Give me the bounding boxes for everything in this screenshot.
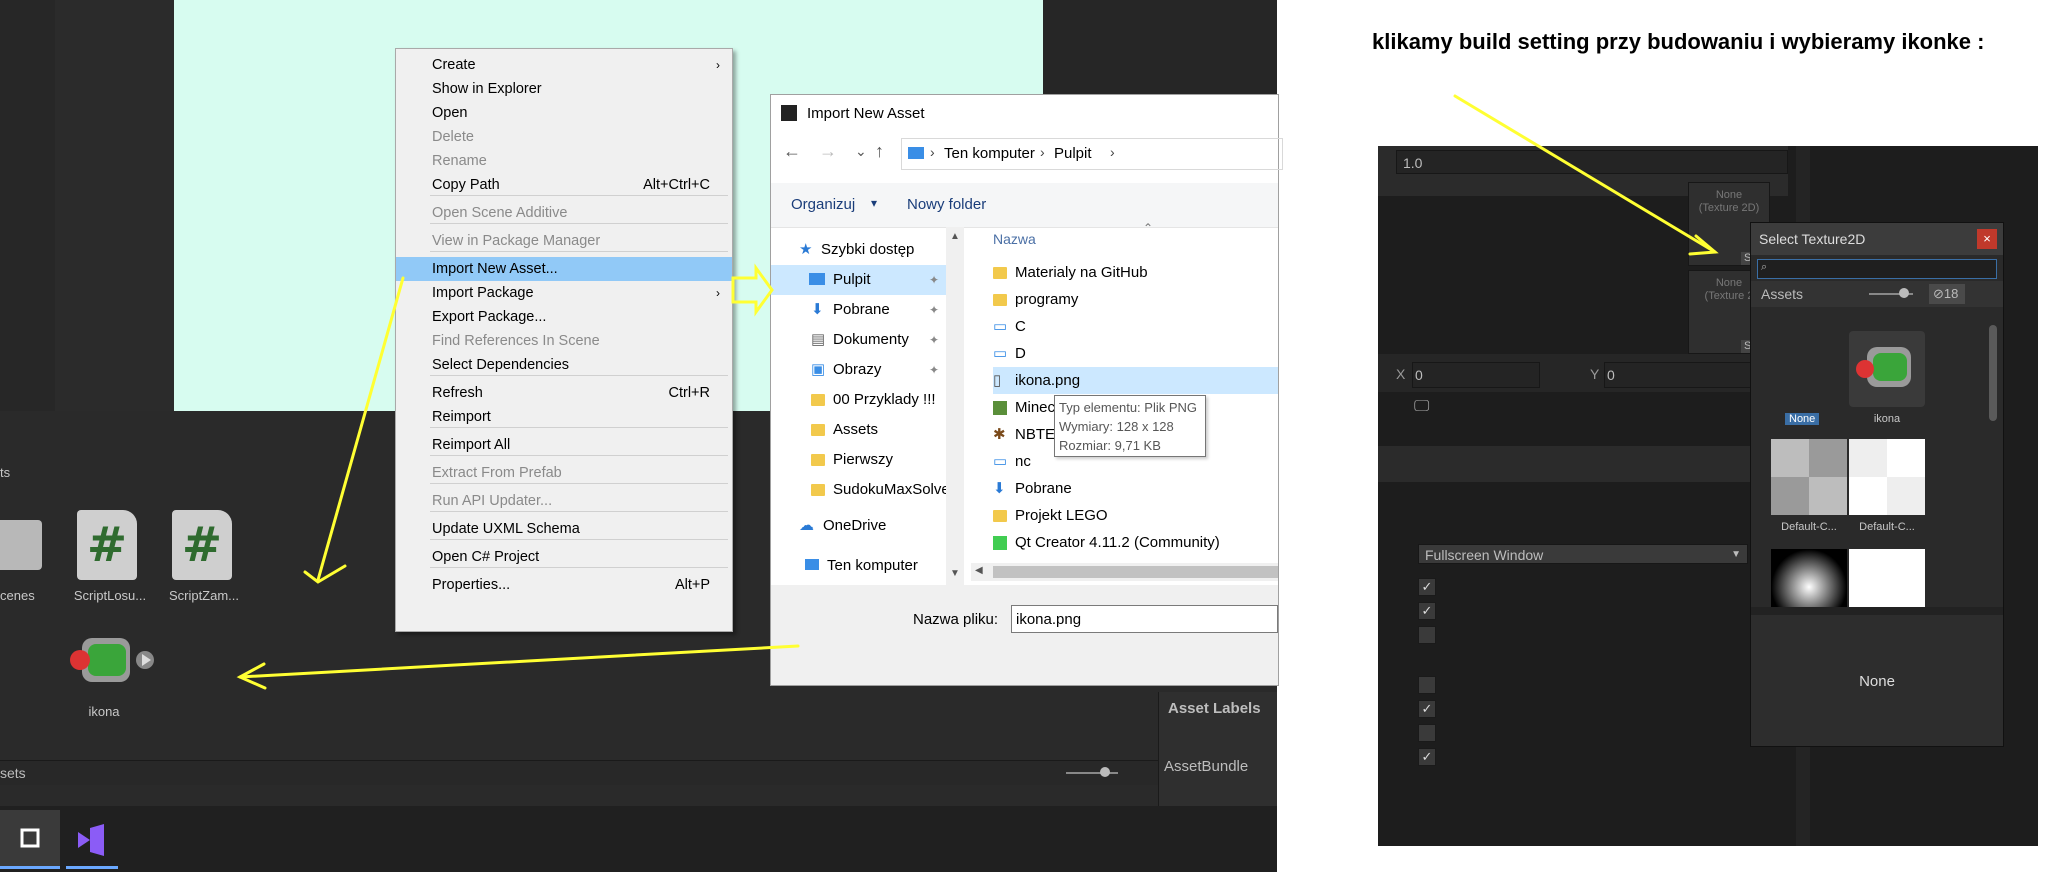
- arrow-menu-to-dialog: [731, 263, 774, 317]
- arrow-dialog-to-asset: [238, 644, 800, 679]
- arrow-caption-to-slot: [1453, 94, 1717, 254]
- arrow-menu-to-project: [316, 276, 405, 582]
- arrowhead-1: [303, 564, 347, 584]
- annotation-arrows: [236, 94, 1719, 690]
